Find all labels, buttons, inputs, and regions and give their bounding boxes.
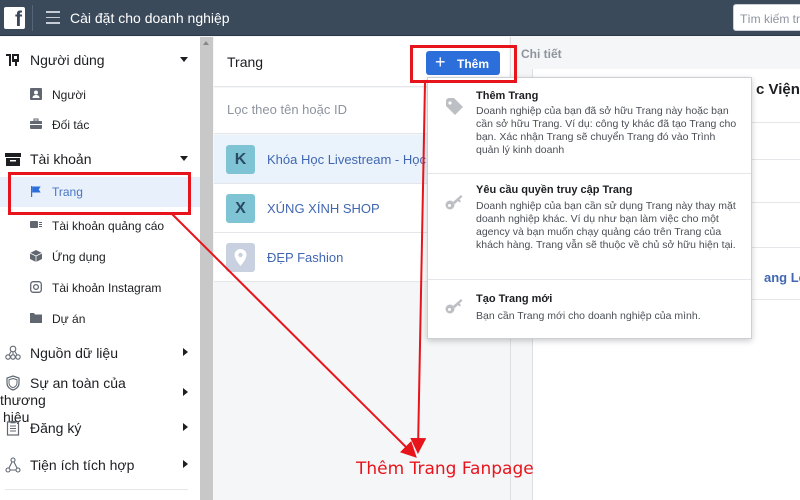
menu-item-title: Yêu cầu quyền truy cập Trang [476, 184, 633, 196]
annotation-highlight-add-button [410, 45, 517, 83]
sidebar-item-label: Tài khoản Instagram [52, 281, 162, 295]
details-link[interactable]: ang Lê [764, 270, 800, 285]
sidebar-item-apps[interactable]: Ứng dụng [0, 242, 200, 272]
integrations-icon [5, 457, 21, 473]
page-name: Khóa Học Livestream - Học Viện [267, 152, 427, 167]
sidebar-group-label: Tài khoản [30, 151, 92, 167]
sidebar-item-label: Dự án [52, 312, 86, 326]
divider [5, 489, 188, 490]
instagram-icon [30, 281, 42, 293]
person-icon [30, 88, 42, 100]
cube-icon [30, 250, 42, 262]
sidebar-item-label: Tài khoản quảng cáo [52, 219, 165, 233]
menu-item-description: Doanh nghiệp của bạn đã sở hữu Trang này… [476, 105, 737, 156]
annotation-label: Thêm Trang Fanpage [356, 459, 534, 479]
sidebar: Người dùng Người Đối tác Tài khoản Trang… [0, 37, 200, 500]
key-icon [445, 299, 463, 314]
sidebar-item-partners[interactable]: Đối tác [0, 110, 200, 140]
sidebar-group-integrations[interactable]: Tiện ích tích hợp [0, 457, 200, 477]
annotation-highlight-pages [8, 172, 191, 215]
sidebar-item-projects[interactable]: Dự án [0, 304, 200, 334]
sidebar-group-label: Người dùng [30, 52, 105, 68]
menu-item-description: Bạn cần Trang mới cho doanh nghiệp của m… [476, 310, 701, 322]
archive-icon [5, 153, 21, 166]
clipboard-icon [6, 420, 20, 436]
page-avatar: K [226, 145, 255, 174]
menu-item-add-page[interactable]: Thêm Trang Doanh nghiệp của bạn đã sở hữ… [428, 78, 751, 174]
sidebar-group-label: Nguồn dữ liệu [30, 345, 118, 361]
sidebar-group-label: Tiện ích tích hợp [30, 457, 135, 473]
page-avatar [226, 243, 255, 272]
top-bar: f Cài đặt cho doanh nghiệp Tìm kiếm tron… [0, 0, 800, 36]
key-icon [445, 195, 463, 210]
chevron-right-icon [183, 348, 188, 356]
page-avatar: X [226, 194, 255, 223]
sidebar-item-label: Ứng dụng [52, 250, 106, 264]
sidebar-item-people[interactable]: Người [0, 80, 200, 110]
menu-item-create-page[interactable]: Tạo Trang mới Bạn cần Trang mới cho doan… [428, 280, 751, 338]
sidebar-group-brand-safety[interactable]: Sự an toàn của thương hiệu [0, 375, 200, 425]
app-title: Cài đặt cho doanh nghiệp [70, 10, 230, 26]
chevron-right-icon [183, 423, 188, 431]
sidebar-item-ad-accounts[interactable]: Tài khoản quảng cáo [0, 211, 200, 241]
sidebar-item-instagram[interactable]: Tài khoản Instagram [0, 273, 200, 303]
briefcase-icon [30, 118, 42, 129]
sidebar-item-label: Đối tác [52, 118, 90, 132]
details-title: c Viện [756, 81, 800, 98]
details-label: Chi tiết [521, 47, 562, 61]
chevron-right-icon [183, 388, 188, 396]
sidebar-item-label: Người [52, 88, 86, 102]
data-sources-icon [5, 345, 21, 360]
place-icon [234, 249, 247, 266]
chevron-down-icon [180, 57, 188, 62]
sidebar-group-accounts[interactable]: Tài khoản [0, 151, 200, 171]
sidebar-group-label: Đăng ký [30, 420, 82, 436]
users-icon [6, 54, 19, 66]
sidebar-group-data-sources[interactable]: Nguồn dữ liệu [0, 345, 200, 365]
panel-title: Trang [227, 54, 264, 70]
page-name: ĐẸP Fashion [267, 250, 344, 265]
ad-account-icon [30, 221, 42, 228]
sidebar-group-registrations[interactable]: Đăng ký [0, 420, 200, 440]
scroll-up-arrow-icon[interactable] [203, 41, 209, 45]
chevron-down-icon [180, 156, 188, 161]
divider [32, 5, 33, 31]
sidebar-scrollbar[interactable] [200, 37, 213, 500]
menu-item-request-access[interactable]: Yêu cầu quyền truy cập Trang Doanh nghiệ… [428, 174, 751, 280]
label-line: Sự an toàn của thương [0, 375, 126, 408]
facebook-logo-icon[interactable]: f [4, 7, 25, 29]
menu-item-description: Doanh nghiệp của bạn cần sử dụng Trang n… [476, 200, 736, 251]
folder-icon [30, 313, 42, 323]
sidebar-group-label: Sự an toàn của thương hiệu [0, 375, 175, 426]
page-name: XÚNG XÍNH SHOP [267, 201, 380, 216]
search-input[interactable]: Tìm kiếm trong [733, 4, 800, 31]
chevron-right-icon [183, 460, 188, 468]
hamburger-menu-icon[interactable] [46, 11, 60, 24]
sidebar-group-users[interactable]: Người dùng [0, 52, 200, 72]
tag-icon [446, 98, 463, 115]
add-menu: Thêm Trang Doanh nghiệp của bạn đã sở hữ… [427, 77, 752, 339]
menu-item-title: Thêm Trang [476, 90, 539, 102]
menu-item-title: Tạo Trang mới [476, 293, 553, 305]
